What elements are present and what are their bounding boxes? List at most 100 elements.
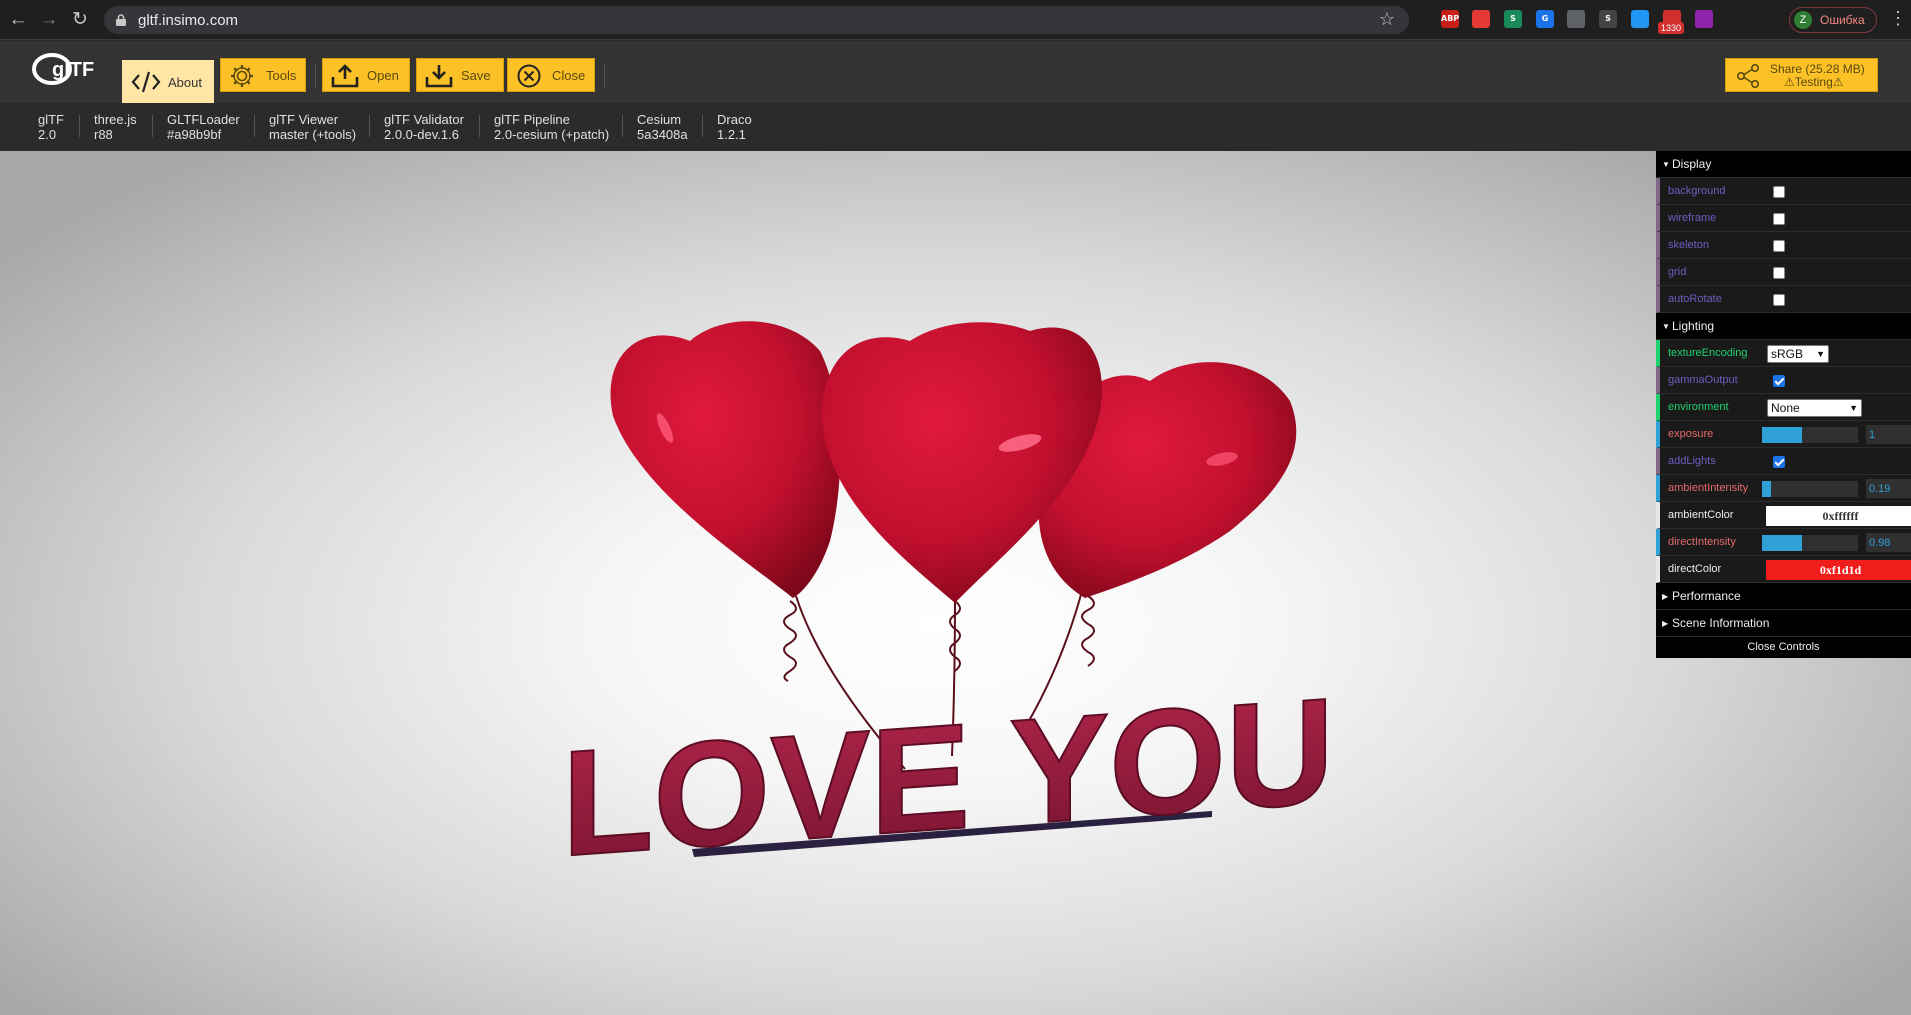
puzzle-icon[interactable] <box>1727 10 1745 28</box>
version-number: 2.0-cesium (+patch) <box>494 127 610 142</box>
version-name: GLTFLoader <box>167 112 240 127</box>
lighting-folder-title[interactable]: ▼ Lighting <box>1656 313 1911 340</box>
add-lights-control: addLights <box>1656 448 1911 475</box>
environment-control: environment None ▼ <box>1656 394 1911 421</box>
skeleton-control: skeleton <box>1656 232 1911 259</box>
version-number: 2.0 <box>38 127 57 142</box>
version-name: Cesium <box>637 112 682 127</box>
exposure-input[interactable]: 1 <box>1866 425 1911 444</box>
ambient-intensity-slider-fill <box>1762 481 1771 497</box>
wireframe-control: wireframe <box>1656 205 1911 232</box>
add-lights-checkbox[interactable] <box>1773 456 1785 468</box>
ambient-intensity-slider[interactable] <box>1762 481 1858 497</box>
close-controls-button[interactable]: Close Controls <box>1656 637 1911 658</box>
chevron-down-icon: ▼ <box>1849 403 1858 413</box>
scene-information-folder-title[interactable]: ▶ Scene Information <box>1656 610 1911 637</box>
ambient-color-input[interactable]: 0xffffff <box>1766 506 1911 526</box>
texture-encoding-value: sRGB <box>1771 347 1804 361</box>
about-button[interactable]: About <box>122 60 214 104</box>
download-icon <box>425 65 453 88</box>
open-button[interactable]: Open <box>322 58 410 92</box>
forward-arrow-icon[interactable]: → <box>37 8 61 32</box>
version-name: Draco <box>717 112 752 127</box>
reading-list-icon[interactable] <box>1759 10 1777 28</box>
extension-badge: 1330 <box>1658 22 1685 34</box>
colorful-extension-icon[interactable] <box>1695 10 1713 28</box>
skeleton-checkbox[interactable] <box>1773 240 1785 252</box>
open-label: Open <box>367 68 399 83</box>
direct-color-input[interactable]: 0xf1d1d <box>1766 560 1911 580</box>
profile-button[interactable]: Z Ошибка <box>1789 7 1877 33</box>
share-icon <box>1736 63 1759 88</box>
version-number: 5a3408a <box>637 127 688 142</box>
version-name: glTF Validator <box>384 112 464 127</box>
lock-icon <box>116 14 126 26</box>
gamma-output-checkbox[interactable] <box>1773 375 1785 387</box>
ambient-intensity-label: ambientIntensity <box>1668 482 1749 494</box>
grid-label: grid <box>1668 266 1687 278</box>
gamma-output-label: gammaOutput <box>1668 374 1738 386</box>
gear-icon <box>231 65 253 87</box>
wireframe-label: wireframe <box>1668 212 1717 224</box>
close-label: Close <box>552 68 586 83</box>
version-info-bar: glTF 2.0 three.js r88 GLTFLoader #a98b9bf glTF… <box>0 103 1911 151</box>
s-extension-icon[interactable]: S <box>1599 10 1617 28</box>
wireframe-checkbox[interactable] <box>1773 213 1785 225</box>
about-label: About <box>168 75 202 90</box>
adblock-plus-icon[interactable]: ABP <box>1441 10 1459 28</box>
version-number: master (+tools) <box>269 127 357 142</box>
texture-encoding-select[interactable]: sRGB ▼ <box>1767 345 1829 363</box>
performance-folder-title[interactable]: ▶ Performance <box>1656 583 1911 610</box>
exposure-slider[interactable] <box>1762 427 1858 443</box>
back-arrow-icon[interactable]: ← <box>6 8 30 32</box>
translate-icon[interactable]: G <box>1536 10 1554 28</box>
environment-select[interactable]: None ▼ <box>1767 399 1862 417</box>
version-name: glTF Viewer <box>269 112 339 127</box>
avatar: Z <box>1794 11 1812 29</box>
version-item: Draco 1.2.1 <box>717 112 752 142</box>
version-number: 1.2.1 <box>717 127 746 142</box>
exposure-slider-fill <box>1762 427 1803 443</box>
bookmark-star-icon[interactable]: ☆ <box>1379 9 1395 30</box>
toolbar-divider <box>604 63 605 87</box>
environment-label: environment <box>1668 401 1729 413</box>
save-button[interactable]: Save <box>416 58 504 92</box>
direct-color-control: directColor 0xf1d1d <box>1656 556 1911 583</box>
display-folder-title[interactable]: ▼ Display <box>1656 151 1911 178</box>
address-bar[interactable]: gltf.insimo.com ☆ <box>104 6 1409 34</box>
autorotate-checkbox[interactable] <box>1773 294 1785 306</box>
background-checkbox[interactable] <box>1773 186 1785 198</box>
vpn-extension-icon[interactable] <box>1631 10 1649 28</box>
ambient-color-label: ambientColor <box>1668 509 1734 521</box>
version-divider <box>369 115 370 137</box>
3d-viewport[interactable]: LOVE YOU <box>0 151 1911 1015</box>
reload-icon[interactable]: ↻ <box>68 8 92 32</box>
shield-extension-icon[interactable] <box>1567 10 1585 28</box>
skeleton-label: skeleton <box>1668 239 1709 251</box>
close-button[interactable]: Close <box>507 58 595 92</box>
tools-label: Tools <box>266 68 297 83</box>
direct-intensity-slider[interactable] <box>1762 535 1858 551</box>
direct-intensity-input[interactable]: 0.98 <box>1866 533 1911 552</box>
environment-value: None <box>1771 401 1800 415</box>
share-button[interactable]: Share (25.28 MB) ⚠Testing⚠ <box>1725 58 1878 92</box>
s-green-extension-icon[interactable]: S <box>1504 10 1522 28</box>
save-label: Save <box>461 68 491 83</box>
toolbar-divider <box>315 63 316 87</box>
grid-checkbox[interactable] <box>1773 267 1785 279</box>
app-header: glTF About Tools Open Save Close Share (… <box>0 41 1911 104</box>
direct-intensity-slider-fill <box>1762 535 1803 551</box>
kebab-menu-icon[interactable]: ⋮ <box>1889 8 1907 29</box>
balloons-model: LOVE YOU <box>561 321 1335 889</box>
texture-encoding-label: textureEncoding <box>1668 347 1748 359</box>
ambient-intensity-input[interactable]: 0.19 <box>1866 479 1911 498</box>
scene-information-title: Scene Information <box>1672 616 1770 630</box>
share-size-label: Share (25.28 MB) <box>1770 62 1865 76</box>
love-you-text: LOVE YOU <box>562 666 1334 888</box>
red-extension-icon[interactable] <box>1472 10 1490 28</box>
version-item: glTF Pipeline 2.0-cesium (+patch) <box>494 112 609 142</box>
code-icon <box>131 71 161 93</box>
caret-down-icon: ▼ <box>1662 322 1670 331</box>
tools-button[interactable]: Tools <box>220 58 306 92</box>
performance-title: Performance <box>1672 589 1741 603</box>
